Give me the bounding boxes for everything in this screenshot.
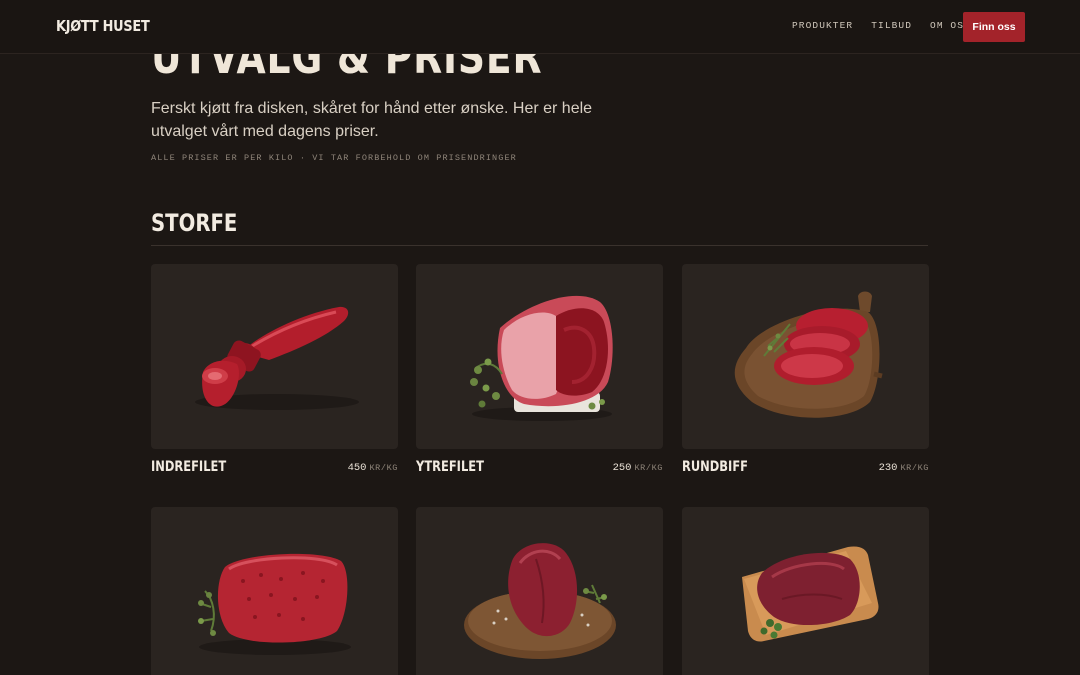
- product-name: INDREFILET: [151, 459, 227, 475]
- product-card[interactable]: [151, 507, 398, 675]
- nav-links: PRODUKTER TILBUD OM OSS: [792, 20, 989, 31]
- product-card[interactable]: INDREFILET 450 KR/KG: [151, 264, 398, 479]
- page: KJØTT HUSET PRODUKTER TILBUD OM OSS Finn…: [0, 0, 1080, 675]
- product-image-sirloin-roast: [416, 264, 663, 449]
- nav-link-tilbud[interactable]: TILBUD: [871, 20, 912, 31]
- nav-link-produkter[interactable]: PRODUKTER: [792, 20, 853, 31]
- price-note: ALLE PRISER ER PER KILO · VI TAR FORBEHO…: [151, 153, 517, 163]
- product-price: 450 KR/KG: [347, 462, 398, 474]
- product-name: YTREFILET: [416, 459, 484, 475]
- product-image-ground-beef: [151, 507, 398, 675]
- product-card[interactable]: [682, 507, 929, 675]
- product-image-steaks-on-board: [682, 264, 929, 449]
- product-name: RUNDBIFF: [682, 459, 749, 475]
- site-logo[interactable]: KJØTT HUSET: [56, 17, 150, 35]
- top-navigation: KJØTT HUSET PRODUKTER TILBUD OM OSS Finn…: [0, 0, 1080, 54]
- section-divider: [151, 245, 928, 246]
- find-us-button[interactable]: Finn oss: [963, 12, 1025, 42]
- hero-lead: Ferskt kjøtt fra disken, skåret for hånd…: [151, 100, 593, 140]
- product-price: 230 KR/KG: [878, 462, 929, 474]
- section-title: STORFE: [151, 209, 238, 237]
- product-card[interactable]: YTREFILET 250 KR/KG: [416, 264, 663, 479]
- product-image-liver-on-board: [682, 507, 929, 675]
- product-card[interactable]: [416, 507, 663, 675]
- product-image-heart-on-board: [416, 507, 663, 675]
- product-price: 250 KR/KG: [612, 462, 663, 474]
- product-image-tenderloin: [151, 264, 398, 449]
- product-card[interactable]: RUNDBIFF 230 KR/KG: [682, 264, 929, 479]
